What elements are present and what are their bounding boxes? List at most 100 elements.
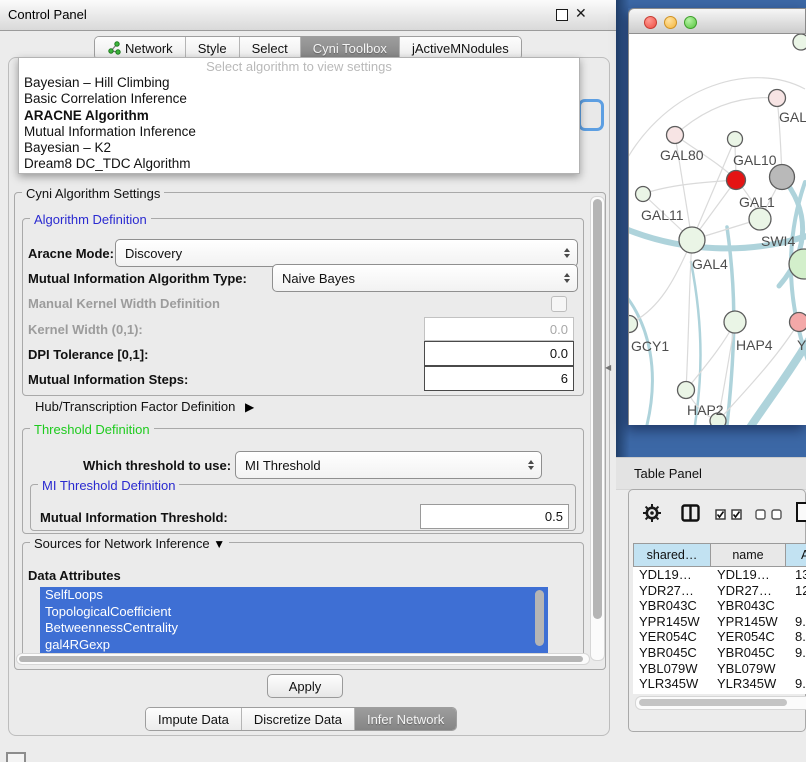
tab-network[interactable]: Network — [95, 37, 186, 59]
tab-impute-data[interactable]: Impute Data — [146, 708, 242, 730]
gear-icon — [641, 502, 663, 524]
attribute-item[interactable]: SelfLoops — [40, 587, 548, 604]
minimize-traffic-light-icon[interactable] — [664, 16, 677, 29]
table-hscrollbar[interactable] — [635, 696, 806, 710]
network-window: GAL80 GAL10 GAL GAL1 GAL11 SWI4 GAL4 GCY… — [628, 8, 806, 425]
mi-steps-label: Mutual Information Steps: — [28, 372, 188, 387]
panel-collapse-arrow-icon[interactable]: ◀ — [605, 363, 611, 372]
close-icon[interactable]: ✕ — [575, 5, 587, 22]
mi-threshold-field[interactable]: 0.5 — [420, 504, 569, 529]
sources-title[interactable]: Sources for Network Inference ▼ — [30, 536, 229, 551]
table-row[interactable]: YLR345WYLR345W9. — [633, 676, 806, 692]
which-threshold-label: Which threshold to use: — [83, 458, 231, 473]
table-row[interactable]: YER054CYER054C8. — [633, 629, 806, 645]
node-gal1[interactable] — [749, 208, 771, 230]
table-rows: YDL19…YDL19…13 YDR27…YDR27…12 YBR043CYBR… — [633, 567, 806, 694]
table-row[interactable]: YBR045CYBR045C9. — [633, 645, 806, 661]
node-label: GAL80 — [660, 147, 704, 163]
node-label: HAP4 — [736, 337, 773, 353]
table-row[interactable]: YBR043CYBR043C — [633, 598, 806, 614]
node-gal4[interactable] — [679, 227, 705, 253]
node-salmon[interactable] — [790, 313, 806, 332]
attribute-item[interactable]: TopologicalCoefficient — [40, 604, 548, 621]
table-hscrollbar-thumb[interactable] — [639, 699, 787, 706]
mi-type-select[interactable]: Naive Bayes — [272, 264, 578, 292]
algorithm-option[interactable]: Bayesian – K2 — [19, 140, 579, 156]
node-gal11[interactable] — [636, 187, 651, 202]
mi-steps-field[interactable]: 6 — [424, 366, 574, 391]
attribute-item[interactable]: gal4RGexp — [40, 637, 548, 654]
bottom-tabbar: Impute Data Discretize Data Infer Networ… — [145, 707, 457, 731]
settings-hscrollbar-thumb[interactable] — [19, 656, 583, 662]
new-table-button[interactable] — [795, 501, 806, 523]
node-red-selected[interactable] — [727, 171, 746, 190]
node-label: GAL4 — [692, 256, 728, 272]
tab-discretize-data[interactable]: Discretize Data — [242, 708, 355, 730]
zoom-traffic-light-icon[interactable] — [684, 16, 697, 29]
tab-jactivemnodules[interactable]: jActiveMNodules — [400, 37, 521, 59]
network-canvas[interactable]: GAL80 GAL10 GAL GAL1 GAL11 SWI4 GAL4 GCY… — [628, 34, 806, 425]
network-window-titlebar[interactable] — [628, 8, 806, 34]
app-root: Control Panel ✕ Network Style Select Cyn… — [0, 0, 806, 762]
column-header-shared-name[interactable]: shared… — [633, 543, 711, 567]
table-gear-button[interactable] — [641, 502, 663, 524]
dpi-tolerance-field[interactable]: 0.0 — [424, 341, 574, 366]
node-hap4[interactable] — [724, 311, 746, 333]
close-traffic-light-icon[interactable] — [644, 16, 657, 29]
settings-hscrollbar[interactable] — [16, 653, 590, 665]
float-window-icon[interactable] — [556, 9, 568, 21]
tab-style[interactable]: Style — [186, 37, 240, 59]
tab-select[interactable]: Select — [240, 37, 301, 59]
column-header-partial[interactable]: A — [785, 543, 806, 567]
algorithm-option[interactable]: Basic Correlation Inference — [19, 91, 579, 107]
aracne-mode-select[interactable]: Discovery — [115, 239, 578, 267]
table-row[interactable]: YDR27…YDR27…12 — [633, 583, 806, 599]
manual-kernel-checkbox[interactable] — [551, 296, 567, 312]
column-header-name[interactable]: name — [710, 543, 786, 567]
manual-kernel-label: Manual Kernel Width Definition — [28, 296, 220, 311]
algorithm-option[interactable]: Dream8 DC_TDC Algorithm — [19, 156, 579, 172]
mi-threshold-title: MI Threshold Definition — [38, 478, 179, 493]
node-label: GAL1 — [739, 194, 775, 210]
attribute-item[interactable]: BetweennessCentrality — [40, 620, 548, 637]
algorithm-option-selected[interactable]: ARACNE Algorithm — [19, 108, 579, 124]
algorithm-option[interactable]: Bayesian – Hill Climbing — [19, 75, 579, 91]
settings-vscrollbar[interactable] — [590, 196, 605, 661]
bottom-left-partial-icon[interactable] — [6, 752, 26, 762]
hub-definition-toggle[interactable]: Hub/Transcription Factor Definition ▶ — [35, 399, 254, 414]
data-attributes-list[interactable]: SelfLoops TopologicalCoefficient Between… — [40, 587, 548, 654]
table-row[interactable]: YDL19…YDL19…13 — [633, 567, 806, 583]
tab-infer-network[interactable]: Infer Network — [355, 708, 456, 730]
which-threshold-select[interactable]: MI Threshold — [235, 451, 542, 479]
node-label: GAL11 — [641, 207, 684, 223]
show-columns-button[interactable] — [681, 504, 700, 522]
network-icon — [107, 41, 121, 55]
table-row[interactable]: YPR145WYPR145W9. — [633, 614, 806, 630]
table-row[interactable]: YIL052CYIL052C8 — [633, 692, 806, 694]
node-label: GAL — [779, 109, 806, 125]
algorithm-option[interactable]: Mutual Information Inference — [19, 124, 579, 140]
node-gal10[interactable] — [728, 132, 743, 147]
chevron-down-icon: ▼ — [213, 537, 225, 551]
node-gal-top[interactable] — [769, 90, 786, 107]
node-hap2[interactable] — [678, 382, 695, 399]
apply-button[interactable]: Apply — [267, 674, 343, 698]
node[interactable] — [793, 34, 806, 50]
select-all-columns-button[interactable] — [715, 509, 742, 520]
node-gal80[interactable] — [667, 127, 684, 144]
attributes-vscrollbar-thumb[interactable] — [535, 590, 544, 646]
table-row[interactable]: YBL079WYBL079W — [633, 661, 806, 677]
deselect-all-columns-button[interactable] — [755, 509, 782, 520]
spinner-arrows-icon — [564, 248, 570, 258]
tab-cyni-toolbox[interactable]: Cyni Toolbox — [301, 37, 400, 59]
network-graph: GAL80 GAL10 GAL GAL1 GAL11 SWI4 GAL4 GCY… — [629, 34, 806, 425]
table-panel-strip: Table Panel — [616, 457, 806, 490]
data-attributes-label: Data Attributes — [28, 568, 121, 583]
node-gray[interactable] — [770, 165, 795, 190]
kernel-width-field[interactable]: 0.0 — [424, 317, 574, 341]
edge — [686, 322, 735, 390]
algorithm-dropdown-popup: Select algorithm to view settings Bayesi… — [18, 57, 580, 174]
obscured-combo-focus-ring — [578, 99, 604, 131]
settings-vscrollbar-thumb[interactable] — [593, 199, 602, 619]
node-gcy1[interactable] — [629, 316, 638, 333]
